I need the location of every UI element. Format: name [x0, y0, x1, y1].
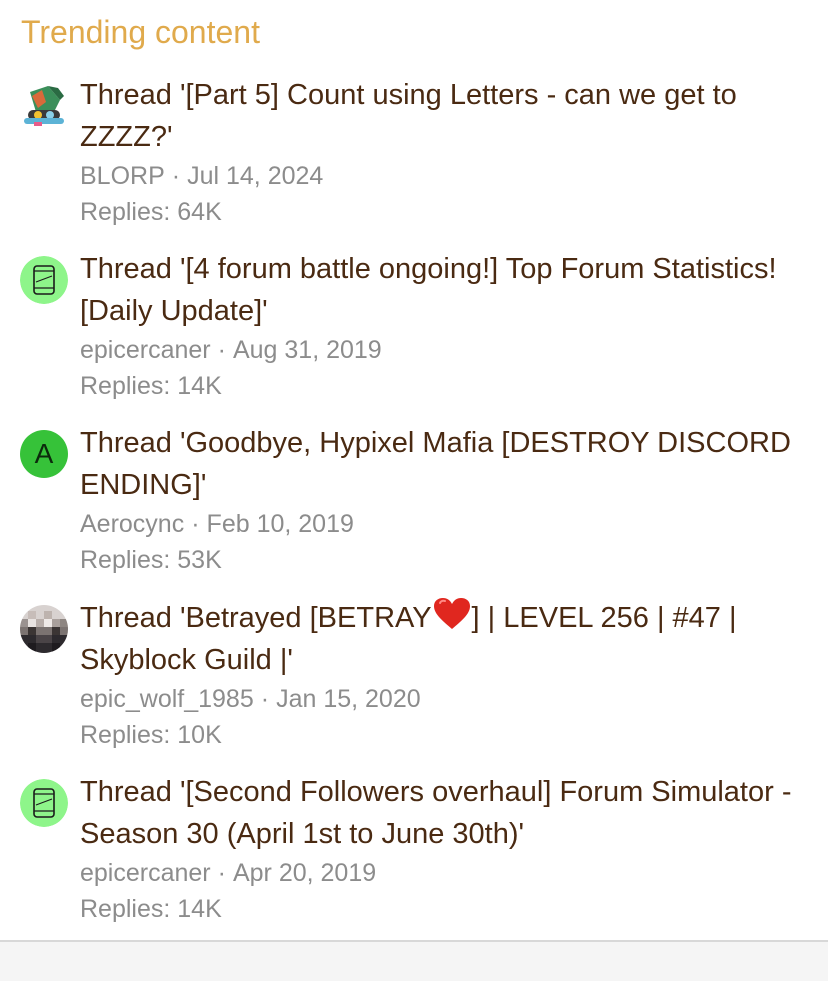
thread-date: Apr 20, 2019 [232, 859, 377, 887]
thread-title-link[interactable]: Thread '[Second Followers overhaul] Foru… [80, 771, 810, 855]
avatar-image-green-cup [20, 256, 68, 304]
red-heart-icon [433, 598, 470, 629]
reply-count: Replies: 64K [80, 198, 222, 226]
author-link[interactable]: epicercaner [80, 859, 211, 887]
thread-meta: Aerocync · Feb 10, 2019 [80, 506, 354, 542]
reply-count: Replies: 14K [80, 895, 222, 923]
thread-meta: BLORP · Jul 14, 2024 [80, 158, 323, 194]
meta-separator: · [217, 859, 226, 887]
thread-meta: epicercaner · Aug 31, 2019 [80, 332, 382, 368]
author-link[interactable]: Aerocync [80, 510, 184, 538]
meta-separator: · [191, 510, 200, 538]
thread-meta: epic_wolf_1985 · Jan 15, 2020 [80, 681, 421, 717]
author-link[interactable]: BLORP [80, 162, 165, 190]
thread-date: Aug 31, 2019 [232, 336, 382, 364]
thread-title-link[interactable]: Thread 'Goodbye, Hypixel Mafia [DESTROY … [80, 422, 810, 506]
meta-separator: · [260, 685, 270, 713]
avatar[interactable] [20, 605, 68, 653]
thread-date: Jul 14, 2024 [187, 162, 324, 190]
thread-meta: epicercaner · Apr 20, 2019 [80, 855, 376, 891]
author-link[interactable]: epicercaner [80, 336, 211, 364]
thread-title-link[interactable]: Thread '[Part 5] Count using Letters - c… [80, 74, 810, 158]
thread-date: Jan 15, 2020 [276, 685, 421, 713]
reply-count: Replies: 53K [80, 546, 222, 574]
thread-title-link[interactable]: Thread 'Betrayed [BETRAY] | LEVEL 256 | … [80, 597, 810, 681]
trending-content-block: Trending content Thread '[Part 5] Count … [0, 0, 828, 940]
page-footer-divider [0, 940, 828, 981]
thread-title-part: Thread 'Betrayed [BETRAY [80, 602, 432, 634]
reply-count: Replies: 10K [80, 721, 222, 749]
avatar[interactable] [20, 779, 68, 827]
thread-title-link[interactable]: Thread '[4 forum battle ongoing!] Top Fo… [80, 248, 810, 332]
avatar[interactable] [20, 256, 68, 304]
avatar[interactable]: A [20, 430, 68, 478]
reply-count: Replies: 14K [80, 372, 222, 400]
meta-separator: · [171, 162, 181, 190]
avatar-image-character [24, 86, 64, 126]
avatar[interactable] [20, 82, 68, 130]
section-title: Trending content [21, 14, 260, 50]
avatar-image-pixel-face [20, 605, 68, 653]
author-link[interactable]: epic_wolf_1985 [80, 685, 254, 713]
avatar-image-green-cup [20, 779, 68, 827]
meta-separator: · [217, 336, 226, 364]
thread-date: Feb 10, 2019 [206, 510, 354, 538]
